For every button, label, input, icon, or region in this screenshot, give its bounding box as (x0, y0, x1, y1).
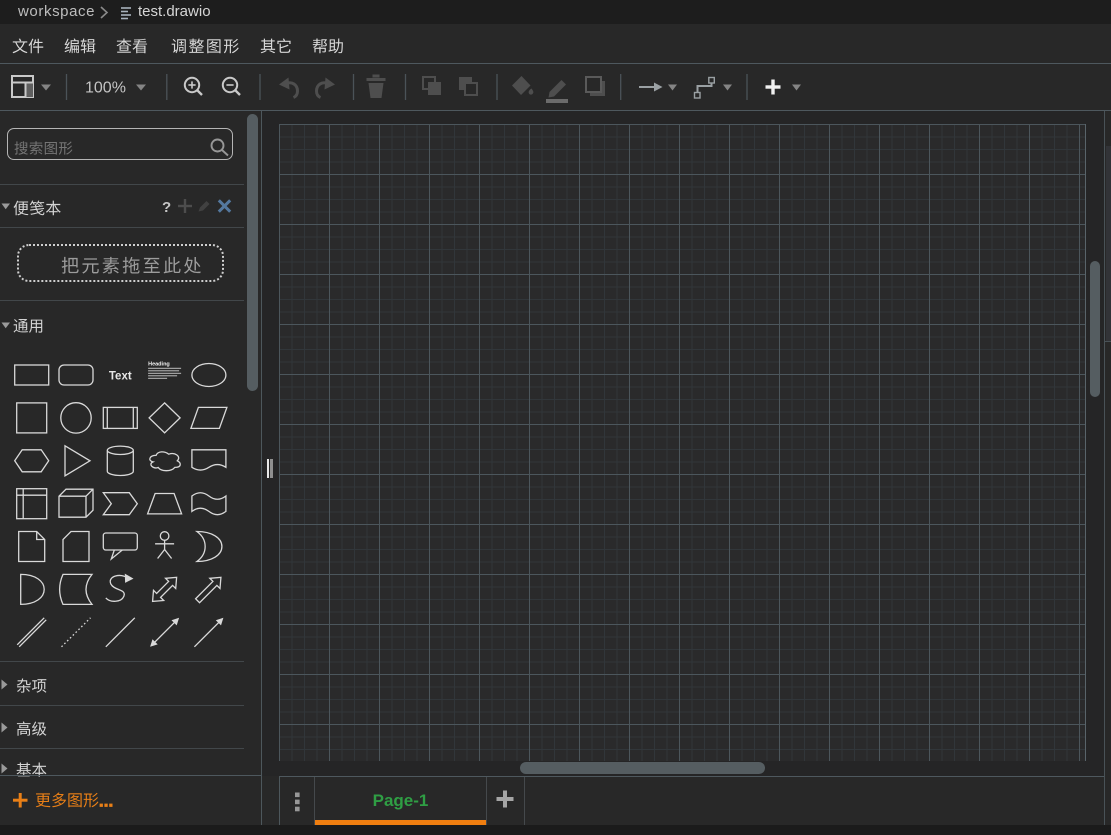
svg-text:Text: Text (109, 371, 132, 383)
svg-text:100%: 100% (85, 80, 126, 97)
svg-text:Heading: Heading (148, 362, 170, 368)
